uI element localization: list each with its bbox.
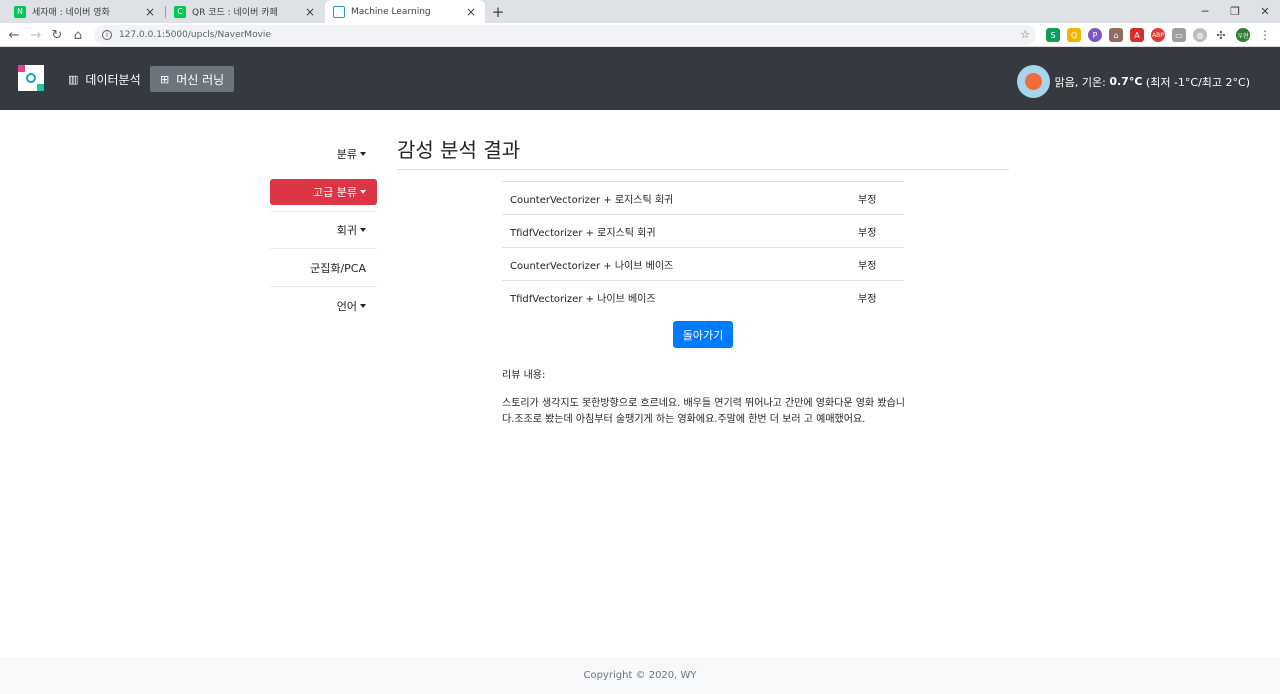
sidebar-item-classification[interactable]: 분류 (270, 135, 377, 173)
weather-range: (최저 -1°C/최고 2°C) (1145, 75, 1250, 89)
table-row: CounterVectorizer + 나이브 베이즈 부정 (502, 247, 904, 281)
table-row: CounterVectorizer + 로지스틱 회귀 부정 (502, 181, 904, 215)
sidebar-item-label: 고급 분류 (313, 186, 357, 199)
extension-icon[interactable]: ⌂ (1109, 28, 1123, 42)
sidebar-item-label: 회귀 (336, 224, 357, 237)
weather-desc: 맑음, 기온: (1054, 75, 1106, 89)
close-icon[interactable]: × (144, 5, 156, 19)
app-logo[interactable] (18, 65, 44, 91)
sentiment-result: 부정 (858, 260, 877, 272)
profile-avatar[interactable]: 우현 (1236, 28, 1250, 42)
bookmark-star-icon[interactable]: ☆ (1020, 28, 1030, 41)
menu-icon[interactable]: ⋮ (1258, 28, 1272, 42)
close-icon[interactable]: × (304, 5, 316, 19)
model-name: CounterVectorizer + 로지스틱 회귀 (510, 194, 674, 206)
sentiment-result: 부정 (858, 227, 877, 239)
nav-label: 데이터분석 (85, 72, 141, 87)
review-label: 리뷰 내용: (502, 370, 546, 381)
puzzle-icon[interactable]: ✣ (1214, 28, 1228, 42)
naver-cafe-icon: C (174, 5, 186, 18)
nav-machine-learning[interactable]: ⊞ 머신 러닝 (150, 66, 235, 92)
back-button[interactable]: 돌아가기 (673, 321, 733, 348)
tab-title: Machine Learning (351, 6, 431, 17)
extension-icon[interactable]: Q (1067, 28, 1081, 42)
info-icon[interactable]: i (102, 30, 112, 40)
naver-icon: N (14, 5, 26, 18)
browser-tab-bar: N 세자매 : 네이버 영화 × C QR 코드 : 네이버 카페 × Mach… (0, 0, 1280, 23)
caret-down-icon (360, 152, 366, 156)
close-icon[interactable]: × (465, 5, 477, 19)
table-row: TfidfVectorizer + 로지스틱 회귀 부정 (502, 214, 904, 248)
chart-icon: ▥ (68, 72, 79, 86)
results-table: CounterVectorizer + 로지스틱 회귀 부정 TfidfVect… (502, 181, 904, 314)
address-bar[interactable]: i 127.0.0.1:5000/upcls/NaverMovie ☆ (94, 25, 1036, 45)
sidebar-item-label: 분류 (336, 148, 357, 161)
footer: Copyright © 2020, WY (0, 657, 1280, 694)
app-navbar: ▥ 데이터분석 ⊞ 머신 러닝 맑음, 기온: 0.7°C (최저 -1°C/최… (0, 47, 1280, 110)
browser-toolbar: ← → ↻ ⌂ i 127.0.0.1:5000/upcls/NaverMovi… (0, 23, 1280, 47)
tab-naver-cafe[interactable]: C QR 코드 : 네이버 카페 × (166, 0, 324, 23)
sentiment-result: 부정 (858, 194, 877, 206)
model-name: CounterVectorizer + 나이브 베이즈 (510, 260, 674, 272)
model-name: TfidfVectorizer + 나이브 베이즈 (510, 293, 656, 305)
minimize-button[interactable]: ─ (1190, 0, 1220, 22)
close-window-button[interactable]: ✕ (1250, 0, 1280, 22)
adblock-icon[interactable]: ABP (1151, 28, 1165, 42)
tab-title: QR 코드 : 네이버 카페 (192, 8, 278, 18)
sun-icon (1016, 65, 1050, 98)
reload-icon[interactable]: ↻ (47, 25, 67, 45)
sidebar-item-label: 언어 (336, 300, 357, 313)
sidebar-item-label: 군집화/PCA (310, 261, 366, 275)
globe-icon[interactable]: ◍ (1193, 28, 1207, 42)
extension-icon[interactable]: S (1046, 28, 1060, 42)
home-icon[interactable]: ⌂ (68, 25, 88, 45)
review-text: 스토리가 생각지도 못한방향으로 흐르네요. 배우들 연기력 뛰어나고 간만에 … (502, 398, 905, 425)
tab-machine-learning[interactable]: Machine Learning × (325, 0, 485, 23)
app-icon (333, 5, 345, 18)
tab-naver-movie[interactable]: N 세자매 : 네이버 영화 × (6, 0, 164, 23)
caret-down-icon (360, 228, 366, 232)
new-tab-button[interactable]: + (488, 2, 508, 22)
sitemap-icon: ⊞ (160, 72, 170, 86)
sidebar-item-clustering[interactable]: 군집화/PCA (270, 249, 377, 287)
restore-button[interactable]: ❐ (1220, 0, 1250, 22)
sidebar-item-language[interactable]: 언어 (270, 287, 377, 325)
cast-icon[interactable]: ▭ (1172, 28, 1186, 42)
caret-down-icon (360, 304, 366, 308)
sidebar-item-regression[interactable]: 회귀 (270, 211, 377, 249)
forward-arrow-icon[interactable]: → (26, 25, 46, 45)
back-arrow-icon[interactable]: ← (4, 25, 24, 45)
weather-temp: 0.7°C (1109, 75, 1143, 88)
pdf-icon[interactable]: A (1130, 28, 1144, 42)
sidebar-item-advanced-classification[interactable]: 고급 분류 (270, 179, 377, 205)
url-text: 127.0.0.1:5000/upcls/NaverMovie (119, 30, 271, 40)
extension-icon[interactable]: P (1088, 28, 1102, 42)
caret-down-icon (360, 190, 366, 194)
sidebar: 분류 고급 분류 회귀 군집화/PCA 언어 (270, 135, 377, 325)
model-name: TfidfVectorizer + 로지스틱 회귀 (510, 227, 656, 239)
copyright-text: Copyright © 2020, WY (583, 670, 697, 681)
table-row: TfidfVectorizer + 나이브 베이즈 부정 (502, 280, 904, 314)
weather-widget: 맑음, 기온: 0.7°C (최저 -1°C/최고 2°C) (1016, 65, 1250, 98)
sentiment-result: 부정 (858, 293, 877, 305)
nav-label: 머신 러닝 (176, 72, 225, 87)
page-title: 감성 분석 결과 (397, 138, 521, 162)
divider (397, 169, 1009, 170)
tab-title: 세자매 : 네이버 영화 (32, 8, 110, 18)
nav-data-analysis[interactable]: ▥ 데이터분석 (58, 66, 151, 92)
